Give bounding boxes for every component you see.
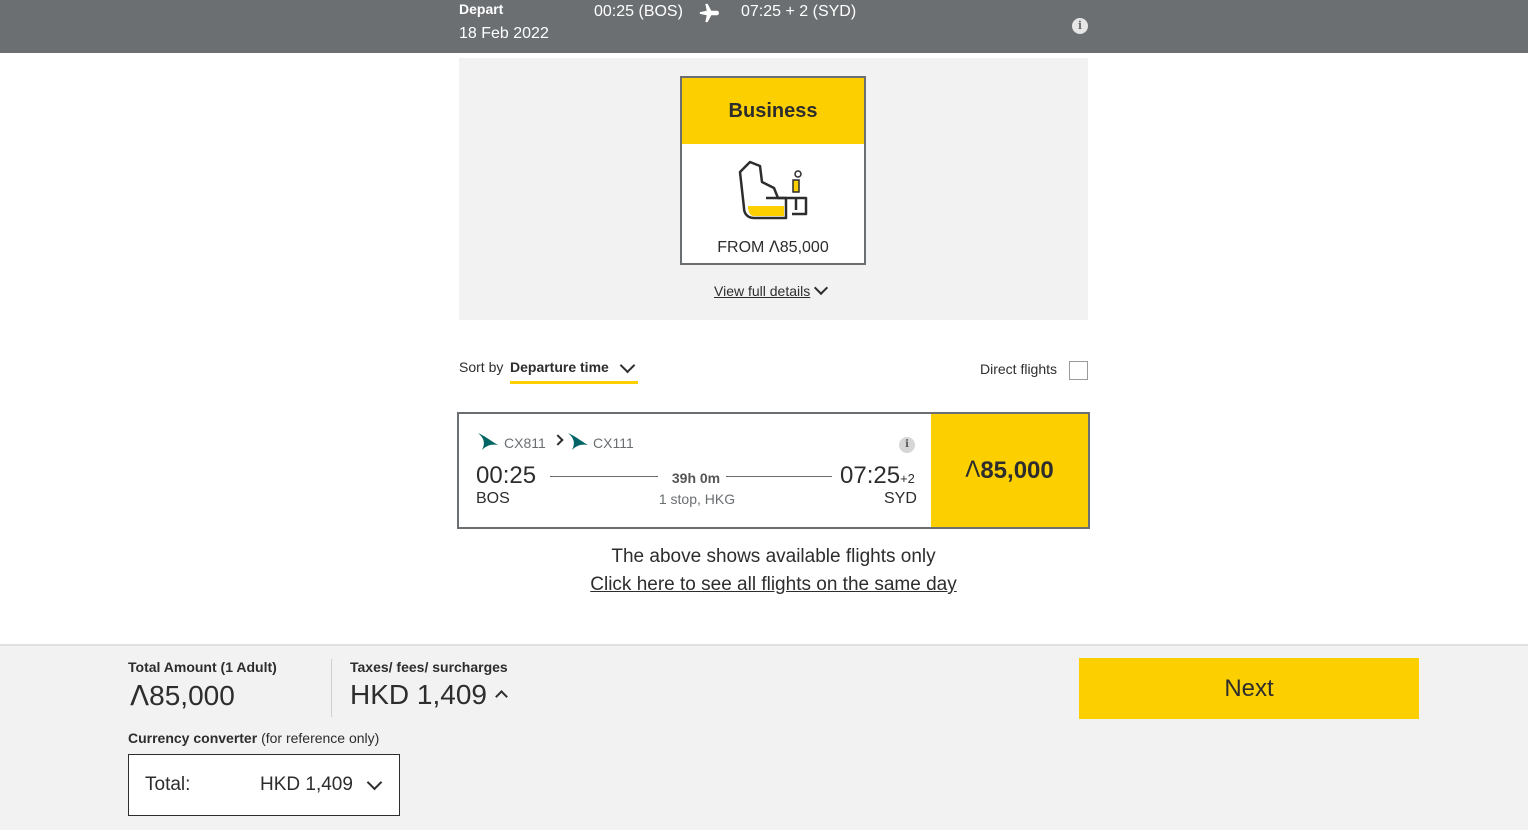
next-button[interactable]: Next: [1079, 658, 1419, 719]
asia-miles-icon: Λ: [130, 679, 150, 712]
asia-miles-icon: Λ: [965, 458, 981, 483]
flight-result-card[interactable]: CX811 CX111 i 00:25 BOS 39h 0m 1 stop, H…: [457, 412, 1090, 529]
view-full-details-link[interactable]: View full details: [714, 280, 829, 299]
chevron-down-icon: [814, 280, 829, 296]
arrival-time: 07:25 + 2 (SYD): [741, 3, 857, 20]
total-amount-value: 85,000: [149, 680, 235, 711]
converter-total-value: HKD 1,409: [260, 774, 353, 795]
flight-number: CX111: [593, 435, 634, 451]
divider: [331, 659, 332, 717]
converter-total-label: Total:: [145, 774, 191, 795]
business-seat-icon: [738, 160, 808, 220]
converter-title: Currency converter: [128, 730, 258, 746]
view-details-label: View full details: [714, 283, 811, 299]
booking-footer: Total Amount (1 Adult) Λ85,000 Taxes/ fe…: [0, 644, 1528, 830]
total-amount-label: Total Amount (1 Adult): [128, 659, 277, 675]
direct-flights-checkbox[interactable]: [1069, 361, 1088, 380]
departure-time: 00:25 (BOS): [594, 3, 683, 20]
business-cabin-card[interactable]: Business FROM Λ85,000: [680, 76, 866, 265]
cathay-logo-icon: [568, 433, 588, 450]
cabin-price: 85,000: [779, 239, 829, 256]
currency-converter-label: Currency converter (for reference only): [128, 730, 379, 746]
depart-label: Depart: [459, 1, 504, 17]
chevron-right-icon: [552, 434, 564, 446]
currency-converter-select[interactable]: Total: HKD 1,409: [128, 754, 400, 816]
arrive-airport: SYD: [884, 490, 917, 507]
airplane-icon: [699, 3, 719, 23]
depart-date: 18 Feb 2022: [459, 25, 549, 42]
available-flights-note: The above shows available flights only: [611, 546, 936, 567]
arrive-time: 07:25+2: [840, 462, 915, 490]
total-amount: Λ85,000: [130, 679, 235, 712]
chevron-down-icon: [619, 357, 636, 374]
taxes-label: Taxes/ fees/ surcharges: [350, 659, 508, 675]
chevron-up-icon: [495, 690, 508, 703]
depart-airport: BOS: [476, 490, 510, 507]
direct-flights-label: Direct flights: [980, 361, 1058, 377]
taxes-value: HKD 1,409: [350, 679, 487, 710]
sort-value: Departure time: [510, 359, 609, 375]
arrive-time-value: 07:25: [840, 462, 901, 489]
sort-dropdown[interactable]: Departure time: [510, 357, 638, 384]
flight-number: CX811: [504, 435, 546, 451]
flight-price: 85,000: [980, 456, 1054, 484]
info-icon[interactable]: i: [899, 437, 915, 453]
flight-duration: 39h 0m: [671, 470, 721, 486]
cabin-name: Business: [682, 78, 864, 144]
converter-note: (for reference only): [261, 730, 380, 746]
depart-time: 00:25: [476, 462, 537, 489]
sort-label: Sort by: [459, 359, 504, 375]
from-label: FROM: [717, 239, 765, 256]
route-line: [726, 476, 832, 477]
taxes-toggle[interactable]: HKD 1,409: [350, 679, 508, 711]
info-icon[interactable]: i: [1072, 18, 1088, 34]
flight-summary-bar: Depart 18 Feb 2022 00:25 (BOS) 07:25 + 2…: [0, 0, 1528, 53]
route-line: [550, 476, 658, 477]
chevron-down-icon: [366, 774, 383, 791]
cathay-logo-icon: [478, 433, 498, 450]
all-flights-link[interactable]: Click here to see all flights on the sam…: [459, 574, 1088, 596]
flight-price-button[interactable]: Λ 85,000: [931, 414, 1088, 527]
cabin-from-price: FROM Λ85,000: [682, 237, 864, 257]
stop-info: 1 stop, HKG: [658, 491, 736, 507]
asia-miles-icon: Λ: [768, 237, 780, 256]
day-offset: +2: [900, 471, 915, 486]
